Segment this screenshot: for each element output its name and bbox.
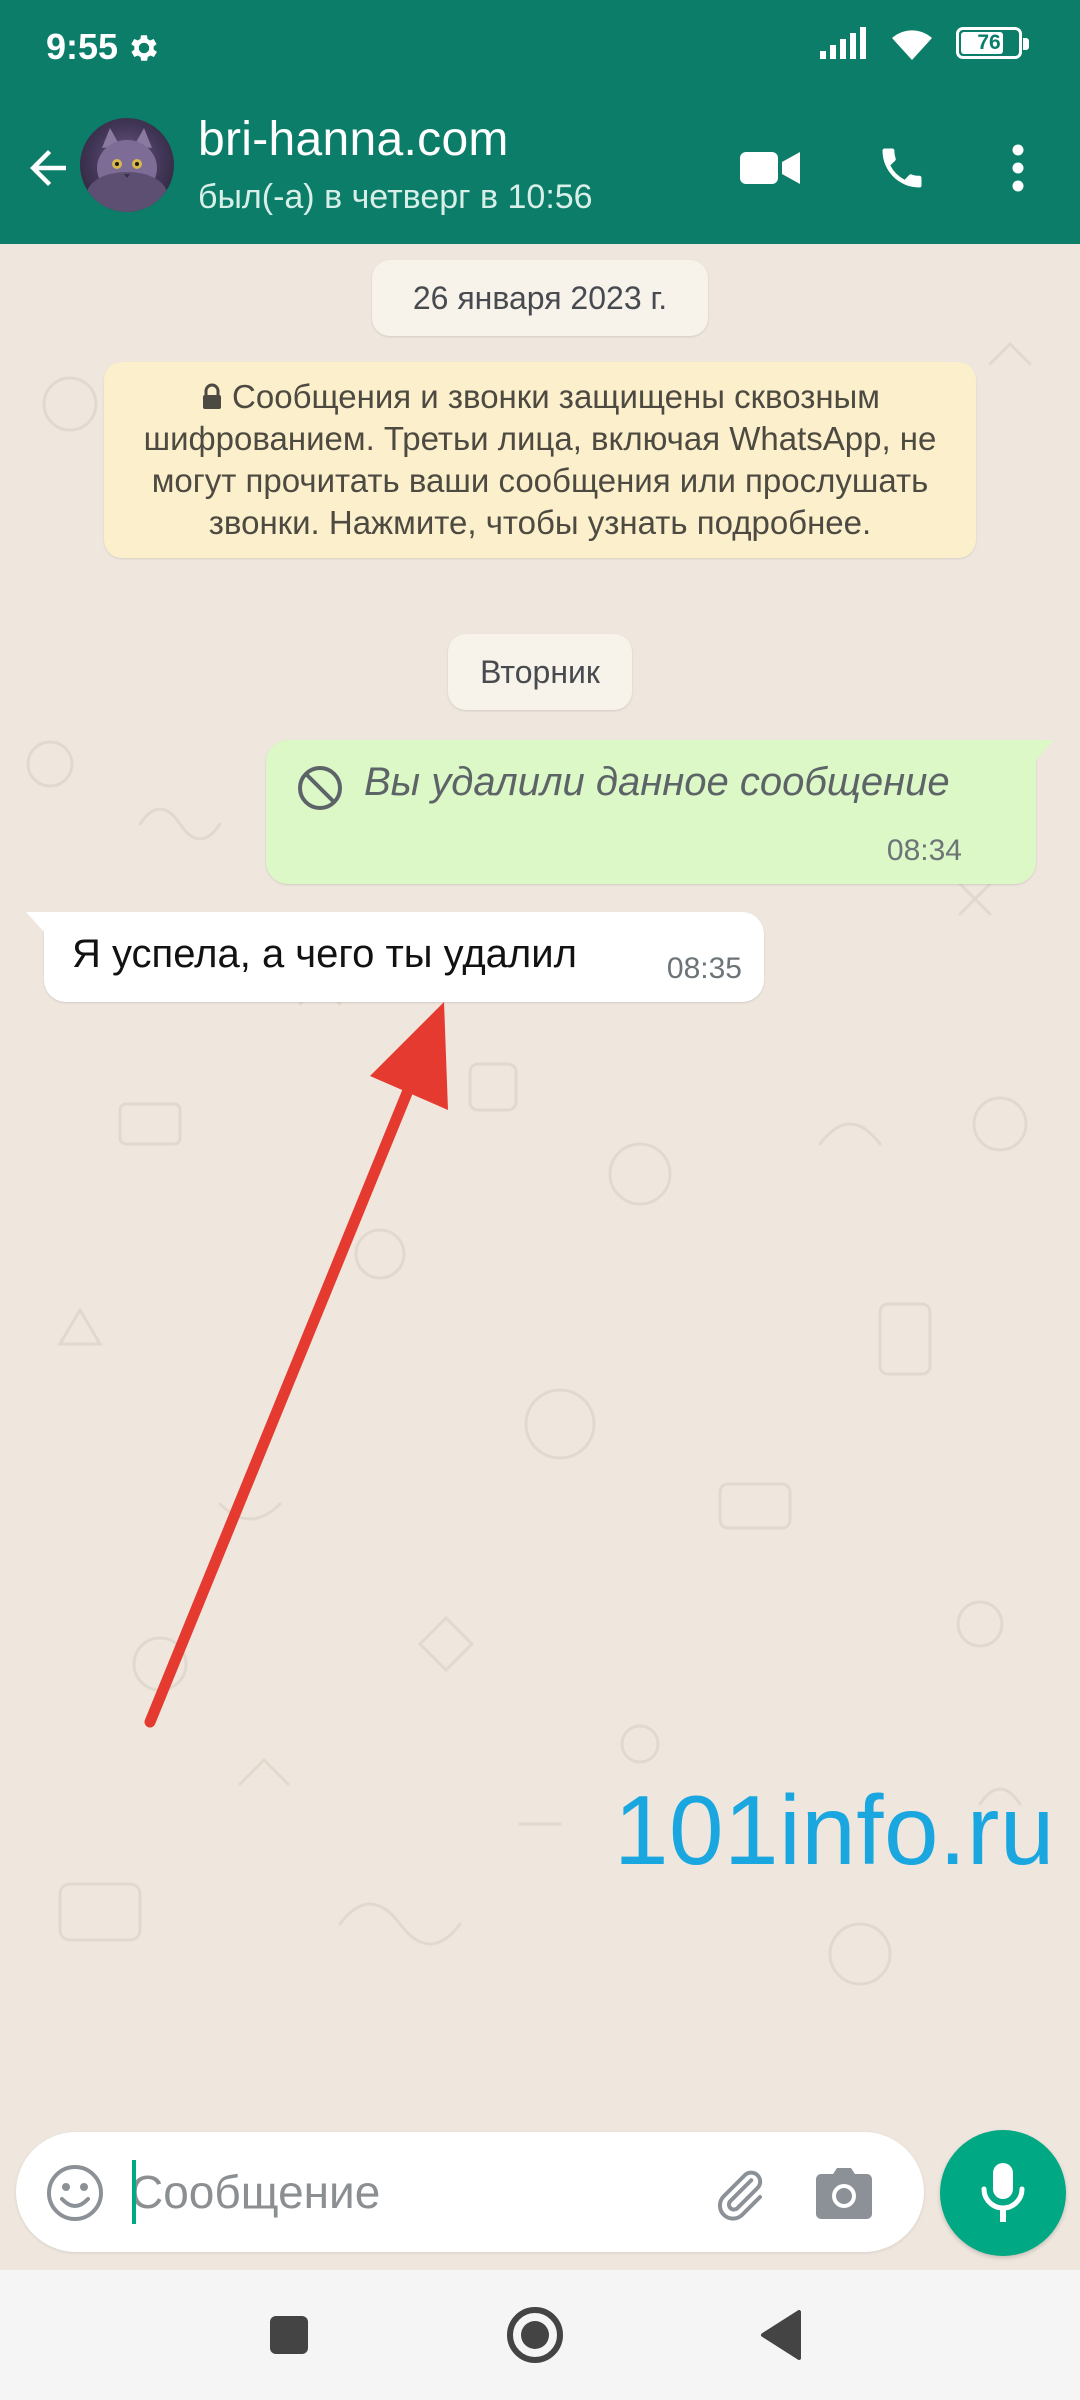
camera-icon [816, 2168, 872, 2219]
back-triangle-icon [761, 2310, 801, 2360]
recents-square-icon [270, 2316, 308, 2354]
system-nav-bar [0, 2270, 1080, 2400]
message-text: Я успела, а чего ты удалил [72, 932, 577, 976]
bubble-tail [1034, 740, 1054, 762]
attach-button[interactable] [702, 2156, 778, 2232]
voice-call-button[interactable] [862, 128, 942, 208]
chat-header: bri-hanna.com был(-а) в четверг в 10:56 [0, 98, 1080, 244]
status-indicators: 76 [820, 26, 1029, 60]
recents-button[interactable] [254, 2300, 324, 2370]
more-vert-icon [1012, 144, 1024, 192]
encryption-notice[interactable]: Сообщения и звонки защищены сквозным шиф… [104, 362, 976, 558]
message-time: 08:34 [886, 834, 962, 867]
lock-icon [203, 383, 222, 409]
last-seen-status: был(-а) в четверг в 10:56 [198, 178, 593, 216]
more-options-button[interactable] [978, 128, 1058, 208]
chat-area[interactable]: 26 января 2023 г. Сообщения и звонки защ… [0, 244, 1080, 2124]
battery-icon: 76 [956, 27, 1029, 59]
blocked-icon [298, 766, 342, 810]
avatar[interactable] [80, 118, 174, 212]
signal-icon [820, 27, 866, 59]
status-time: 9:55 [46, 26, 119, 67]
bubble-tail [26, 912, 46, 934]
text-cursor [132, 2160, 136, 2224]
camera-button[interactable] [806, 2156, 882, 2232]
day-chip: Вторник [448, 634, 632, 710]
battery-tip [1023, 38, 1029, 50]
back-nav-button[interactable] [746, 2300, 816, 2370]
cat-photo-icon [87, 128, 167, 212]
message-input-container[interactable] [16, 2132, 924, 2252]
video-call-icon [740, 152, 800, 184]
outgoing-message-deleted[interactable]: Вы удалили данное сообщение 08:34 [266, 740, 1054, 884]
back-arrow-icon [30, 150, 66, 186]
voice-message-button[interactable] [940, 2130, 1066, 2256]
wifi-icon [892, 30, 932, 60]
back-button[interactable] [12, 132, 84, 204]
emoji-icon [47, 2165, 103, 2221]
deleted-message-text: Вы удалили данное сообщение [364, 760, 950, 804]
incoming-message[interactable]: Я успела, а чего ты удалил 08:35 [26, 912, 764, 1002]
mic-icon [981, 2163, 1025, 2222]
voice-call-icon [882, 148, 922, 188]
emoji-button[interactable] [40, 2158, 110, 2228]
home-circle-icon [507, 2307, 563, 2363]
message-input[interactable] [130, 2154, 690, 2230]
attach-icon [718, 2170, 763, 2221]
message-time: 08:35 [666, 952, 742, 985]
contact-name[interactable]: bri-hanna.com [198, 112, 509, 167]
settings-gear-icon [131, 35, 157, 61]
encryption-notice-text: Сообщения и звонки защищены сквозным шиф… [143, 378, 937, 541]
home-button[interactable] [500, 2300, 570, 2370]
composer-bar [0, 2124, 1080, 2270]
battery-level: 76 [977, 31, 1001, 54]
watermark: 101info.ru [614, 1775, 1055, 1885]
status-bar: 9:55 76 [0, 0, 1080, 98]
video-call-button[interactable] [730, 128, 810, 208]
date-chip: 26 января 2023 г. [372, 260, 708, 336]
